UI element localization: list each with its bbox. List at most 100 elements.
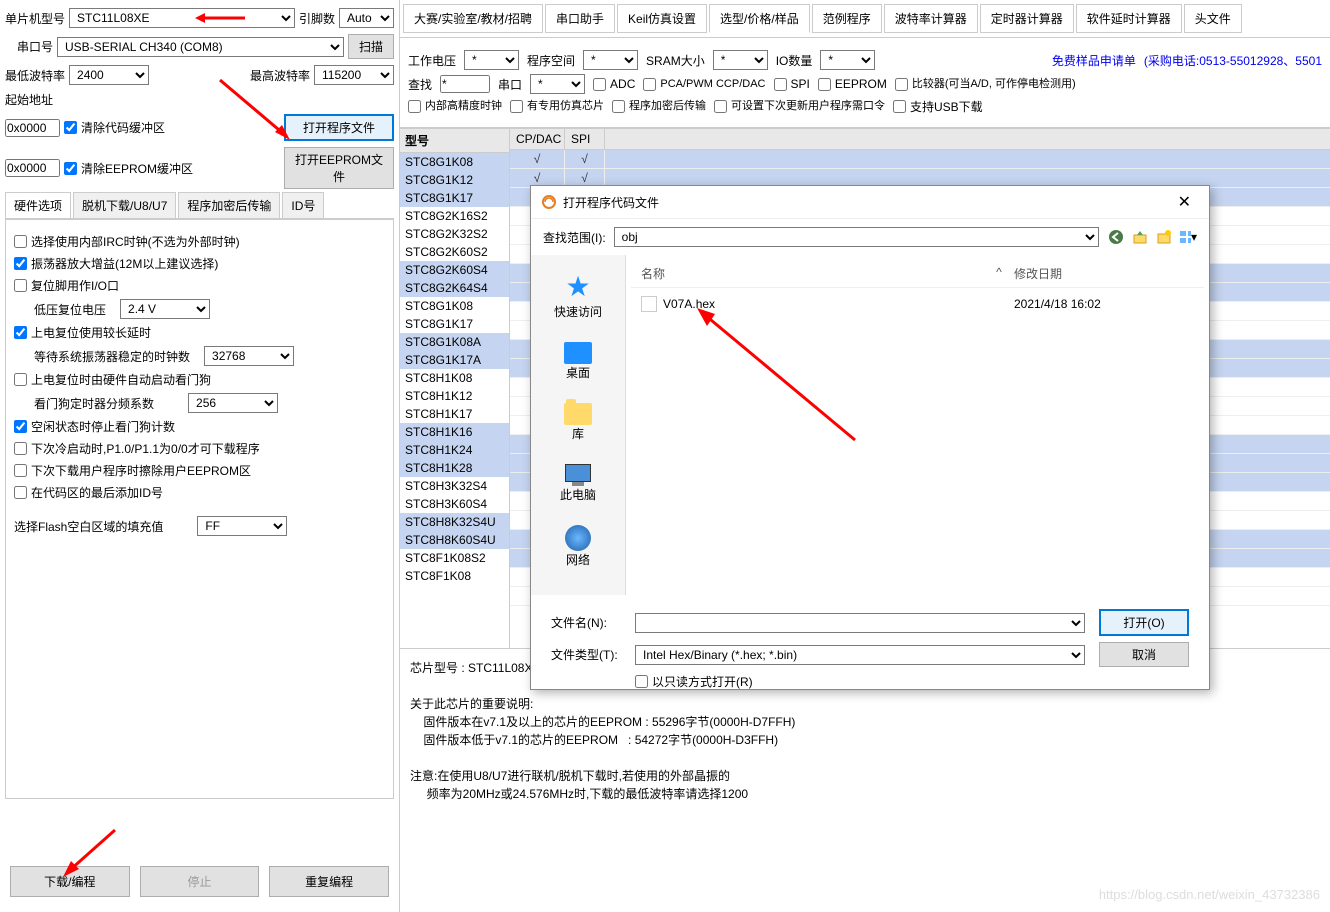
model-item[interactable]: STC8H3K32S4 — [400, 477, 509, 495]
model-item[interactable]: STC8G1K08 — [400, 153, 509, 171]
col-date[interactable]: 修改日期 — [1014, 265, 1194, 282]
place-thispc[interactable]: 此电脑 — [555, 459, 601, 508]
lookin-select[interactable]: obj — [614, 227, 1099, 247]
model-item[interactable]: STC8G2K16S2 — [400, 207, 509, 225]
tab-hardware[interactable]: 硬件选项 — [5, 192, 71, 218]
scan-button[interactable]: 扫描 — [348, 34, 394, 59]
cb-irc[interactable]: 选择使用内部IRC时钟(不选为外部时钟) — [14, 233, 385, 250]
col-name[interactable]: 名称 — [641, 265, 984, 282]
addr1-input[interactable] — [5, 119, 60, 137]
search-input[interactable] — [440, 75, 490, 93]
up-icon[interactable] — [1131, 228, 1149, 246]
rtab-5[interactable]: 波特率计算器 — [884, 4, 978, 33]
model-item[interactable]: STC8G2K60S4 — [400, 261, 509, 279]
readonly-checkbox[interactable]: 以只读方式打开(R) — [635, 673, 753, 690]
view-icon[interactable]: ▾ — [1179, 228, 1197, 246]
cb-adc[interactable]: ADC — [593, 77, 635, 91]
cb-update[interactable]: 可设置下次更新用户程序需口令 — [714, 100, 885, 113]
new-folder-icon[interactable] — [1155, 228, 1173, 246]
model-item[interactable]: STC8G1K08 — [400, 297, 509, 315]
model-item[interactable]: STC8H1K16 — [400, 423, 509, 441]
min-baud-select[interactable]: 2400 — [69, 65, 149, 85]
place-network[interactable]: 网络 — [560, 520, 596, 573]
open-code-button[interactable]: 打开程序文件 — [284, 114, 394, 141]
tab-encrypt[interactable]: 程序加密后传输 — [178, 192, 280, 218]
open-eeprom-button[interactable]: 打开EEPROM文件 — [284, 147, 394, 189]
cb-eeprom[interactable]: EEPROM — [818, 77, 887, 91]
tab-offline[interactable]: 脱机下载/U8/U7 — [73, 192, 176, 218]
cb-spi[interactable]: SPI — [774, 77, 810, 91]
model-item[interactable]: STC8F1K08S2 — [400, 549, 509, 567]
file-item[interactable]: V07A.hex 2021/4/18 16:02 — [636, 293, 1199, 315]
repeat-button[interactable]: 重复编程 — [269, 866, 389, 897]
model-item[interactable]: STC8F1K08 — [400, 567, 509, 585]
mcu-select[interactable]: STC11L08XE — [69, 8, 295, 28]
cb-idle[interactable]: 空闲状态时停止看门狗计数 — [14, 418, 385, 435]
clear-eeprom-checkbox[interactable]: 清除EEPROM缓冲区 — [64, 160, 193, 177]
filename-input[interactable] — [635, 613, 1085, 633]
rtab-7[interactable]: 软件延时计算器 — [1076, 4, 1182, 33]
sort-icon[interactable]: ^ — [984, 265, 1014, 282]
waitclk-select[interactable]: 32768 — [204, 346, 294, 366]
cb-wdt[interactable]: 上电复位时由硬件自动启动看门狗 — [14, 371, 385, 388]
model-item[interactable]: STC8H1K08 — [400, 369, 509, 387]
close-icon[interactable]: ✕ — [1170, 192, 1199, 212]
model-list[interactable]: 型号 STC8G1K08STC8G1K12STC8G1K17STC8G2K16S… — [400, 129, 510, 648]
model-item[interactable]: STC8G1K17 — [400, 315, 509, 333]
rtab-2[interactable]: Keil仿真设置 — [617, 4, 707, 33]
sram-select[interactable]: * — [713, 50, 768, 70]
dialog-cancel-button[interactable]: 取消 — [1099, 642, 1189, 667]
model-item[interactable]: STC8G1K17 — [400, 189, 509, 207]
place-library[interactable]: 库 — [559, 398, 597, 447]
rtab-4[interactable]: 范例程序 — [812, 4, 882, 33]
model-item[interactable]: STC8H1K17 — [400, 405, 509, 423]
model-item[interactable]: STC8G1K08A — [400, 333, 509, 351]
serial-select[interactable]: USB-SERIAL CH340 (COM8) — [57, 37, 344, 57]
cb-addid[interactable]: 在代码区的最后添加ID号 — [14, 484, 385, 501]
max-baud-select[interactable]: 115200 — [314, 65, 394, 85]
io-select[interactable]: * — [820, 50, 875, 70]
model-item[interactable]: STC8H1K12 — [400, 387, 509, 405]
model-item[interactable]: STC8G1K17A — [400, 351, 509, 369]
place-quickaccess[interactable]: ★快速访问 — [549, 265, 607, 325]
model-item[interactable]: STC8H3K60S4 — [400, 495, 509, 513]
model-item[interactable]: STC8G2K32S2 — [400, 225, 509, 243]
model-item[interactable]: STC8G1K12 — [400, 171, 509, 189]
cb-erase[interactable]: 下次下载用户程序时擦除用户EEPROM区 — [14, 462, 385, 479]
cb-encrypt2[interactable]: 程序加密后传输 — [612, 100, 706, 113]
filter-serial-select[interactable]: * — [530, 74, 585, 94]
dialog-open-button[interactable]: 打开(O) — [1099, 609, 1189, 636]
filetype-select[interactable]: Intel Hex/Binary (*.hex; *.bin) — [635, 645, 1085, 665]
cb-pca[interactable]: PCA/PWM CCP/DAC — [643, 78, 765, 91]
rtab-1[interactable]: 串口助手 — [545, 4, 615, 33]
lowv-select[interactable]: 2.4 V — [120, 299, 210, 319]
flash-select[interactable]: FF — [197, 516, 287, 536]
clear-code-checkbox[interactable]: 清除代码缓冲区 — [64, 119, 165, 136]
cb-reset[interactable]: 复位脚用作I/O口 — [14, 277, 385, 294]
prog-select[interactable]: * — [583, 50, 638, 70]
model-item[interactable]: STC8G2K64S4 — [400, 279, 509, 297]
cb-longdelay[interactable]: 上电复位使用较长延时 — [14, 324, 385, 341]
cb-dedicated[interactable]: 有专用仿真芯片 — [510, 100, 604, 113]
pin-select[interactable]: Auto — [339, 8, 394, 28]
download-button[interactable]: 下载/编程 — [10, 866, 130, 897]
back-icon[interactable] — [1107, 228, 1125, 246]
cb-hptimer[interactable]: 内部高精度时钟 — [408, 100, 502, 113]
model-item[interactable]: STC8G2K60S2 — [400, 243, 509, 261]
rtab-8[interactable]: 头文件 — [1184, 4, 1242, 33]
cb-osc[interactable]: 振荡器放大增益(12M以上建议选择) — [14, 255, 385, 272]
rtab-0[interactable]: 大赛/实验室/教材/招聘 — [403, 4, 543, 33]
sample-link[interactable]: 免费样品申请单 — [1052, 52, 1136, 69]
workv-select[interactable]: * — [464, 50, 519, 70]
table-row[interactable] — [510, 150, 1330, 169]
cb-coldstart[interactable]: 下次冷启动时,P1.0/P1.1为0/0才可下载程序 — [14, 440, 385, 457]
model-item[interactable]: STC8H8K32S4U — [400, 513, 509, 531]
stop-button[interactable]: 停止 — [140, 866, 260, 897]
wdt-div-select[interactable]: 256 — [188, 393, 278, 413]
place-desktop[interactable]: 桌面 — [559, 337, 597, 386]
addr2-input[interactable] — [5, 159, 60, 177]
model-item[interactable]: STC8H8K60S4U — [400, 531, 509, 549]
cb-usb[interactable]: 支持USB下载 — [893, 98, 983, 115]
cb-comp[interactable]: 比较器(可当A/D, 可作停电检测用) — [895, 78, 1076, 91]
rtab-6[interactable]: 定时器计算器 — [980, 4, 1074, 33]
